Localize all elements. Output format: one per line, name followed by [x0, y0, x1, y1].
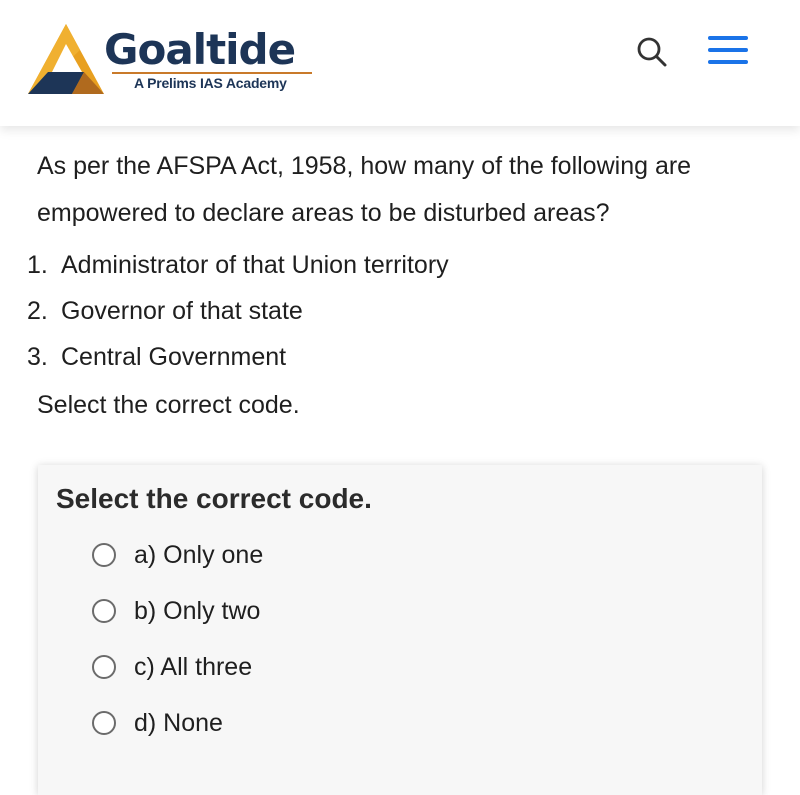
statement-number: 3. [27, 343, 48, 371]
statement-item: 2. Governor of that state [27, 288, 449, 334]
statement-item: 1. Administrator of that Union territory [27, 242, 449, 288]
hamburger-menu-button[interactable] [708, 36, 748, 66]
site-header: Goaltide A Prelims IAS Academy [0, 0, 800, 126]
question-line: As per the AFSPA Act, 1958, how many of … [37, 152, 692, 180]
goaltide-logo[interactable]: Goaltide A Prelims IAS Academy [26, 22, 316, 102]
option-label: b) Only two [134, 596, 261, 625]
option-label: c) All three [134, 652, 253, 681]
logo-underline [112, 72, 312, 74]
statement-text: Governor of that state [61, 297, 303, 325]
answer-card: Select the correct code. a) Only one b) … [38, 465, 762, 795]
option-a[interactable]: a) Only one [92, 535, 263, 575]
option-c[interactable]: c) All three [92, 647, 252, 687]
brand-name: Goaltide [104, 25, 296, 74]
statement-text: Central Government [61, 343, 287, 371]
search-icon [637, 37, 667, 67]
option-d[interactable]: d) None [92, 703, 223, 743]
radio-button-icon[interactable] [92, 599, 116, 623]
answer-prompt: Select the correct code. [56, 483, 372, 514]
logo-triangle-icon [28, 24, 104, 94]
instruction-text: Select the correct code. [37, 391, 300, 419]
statement-text: Administrator of that Union territory [61, 251, 449, 279]
option-b[interactable]: b) Only two [92, 591, 260, 631]
option-label: d) None [134, 708, 223, 737]
menu-bar-icon [708, 36, 748, 40]
statement-number: 1. [27, 251, 48, 279]
question-text: As per the AFSPA Act, 1958, how many of … [37, 143, 757, 237]
statement-list: 1. Administrator of that Union territory … [27, 242, 449, 380]
radio-button-icon[interactable] [92, 711, 116, 735]
radio-button-icon[interactable] [92, 655, 116, 679]
search-button[interactable] [634, 34, 670, 70]
question-line: empowered to declare areas to be disturb… [37, 199, 610, 227]
radio-button-icon[interactable] [92, 543, 116, 567]
statement-number: 2. [27, 297, 48, 325]
menu-bar-icon [708, 60, 748, 64]
option-label: a) Only one [134, 540, 264, 569]
brand-tagline: A Prelims IAS Academy [134, 75, 287, 91]
menu-bar-icon [708, 48, 748, 52]
statement-item: 3. Central Government [27, 334, 449, 380]
